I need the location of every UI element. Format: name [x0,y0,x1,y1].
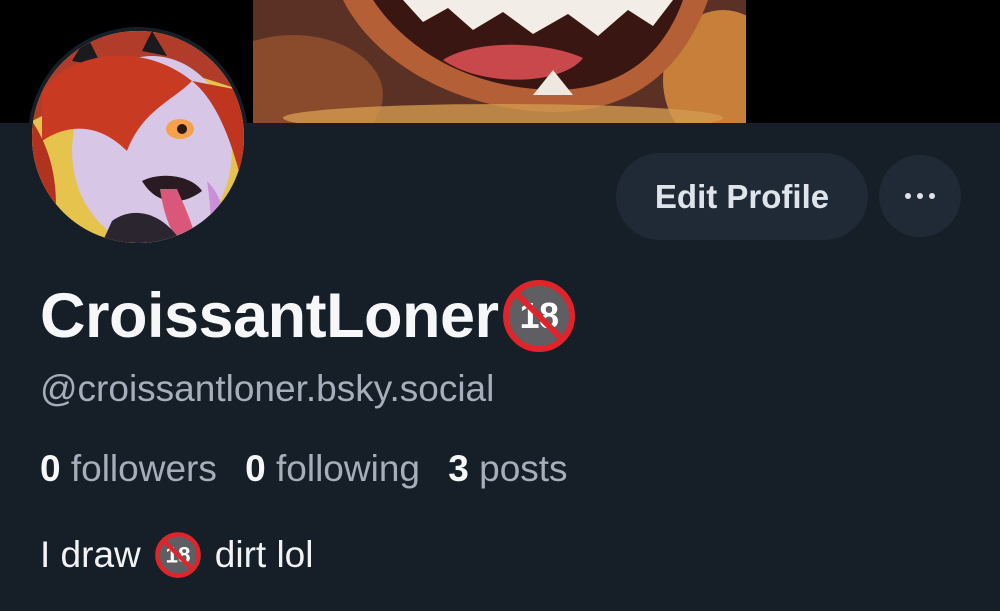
edit-profile-button[interactable]: Edit Profile [616,153,868,240]
display-name-text: CroissantLoner [40,281,499,351]
posts-stat: 3 posts [448,448,567,489]
posts-label: posts [479,448,568,489]
bio-text-start: I draw [40,534,141,575]
handle: @croissantloner.bsky.social [40,368,495,409]
banner-image [253,0,746,123]
no-under-18-icon: 18 [153,530,203,580]
avatar[interactable] [28,27,248,247]
no-under-18-icon: 18 [499,276,579,356]
following-label: following [276,448,420,489]
followers-count: 0 [40,448,61,489]
edit-profile-label: Edit Profile [654,177,830,215]
followers-stat[interactable]: 0 followers [40,448,217,489]
profile-stats: 0 followers 0 following 3 posts [40,448,586,490]
following-count: 0 [245,448,266,489]
more-options-button[interactable] [879,155,961,237]
posts-count: 3 [448,448,469,489]
bio-text-end: dirt lol [214,534,314,575]
following-stat[interactable]: 0 following [245,448,420,489]
ellipsis-icon [902,193,938,199]
followers-label: followers [70,448,217,489]
display-name: CroissantLoner 18 [40,276,579,356]
bio: I draw 18 dirt lol [40,530,313,580]
